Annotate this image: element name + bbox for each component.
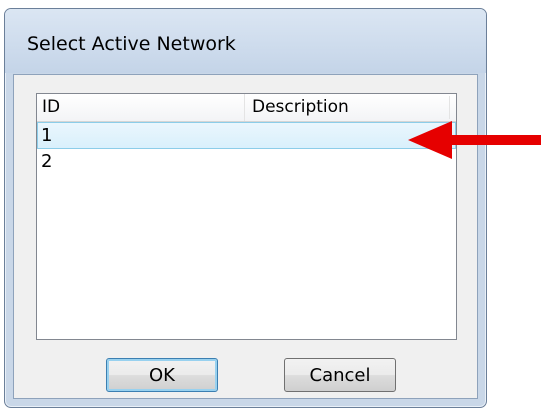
dialog-titlebar[interactable]: Select Active Network bbox=[5, 9, 486, 73]
network-list[interactable]: ID Description 1 2 bbox=[36, 93, 457, 340]
dialog-title: Select Active Network bbox=[27, 33, 236, 55]
screenshot-stage: Select Active Network ID Description 1 2 bbox=[0, 0, 541, 413]
column-divider[interactable] bbox=[449, 96, 450, 119]
red-arrow-icon bbox=[408, 121, 541, 159]
cancel-button[interactable]: Cancel bbox=[284, 358, 396, 392]
list-header: ID Description bbox=[37, 94, 456, 122]
list-row-2[interactable]: 2 bbox=[37, 149, 456, 176]
select-active-network-dialog: Select Active Network ID Description 1 2 bbox=[4, 8, 487, 408]
row-id: 2 bbox=[41, 151, 53, 172]
list-row-1[interactable]: 1 bbox=[37, 122, 456, 149]
column-header-description[interactable]: Description bbox=[246, 94, 464, 121]
column-header-id[interactable]: ID bbox=[37, 94, 245, 121]
row-id: 1 bbox=[41, 125, 53, 146]
ok-button[interactable]: OK bbox=[106, 358, 218, 392]
